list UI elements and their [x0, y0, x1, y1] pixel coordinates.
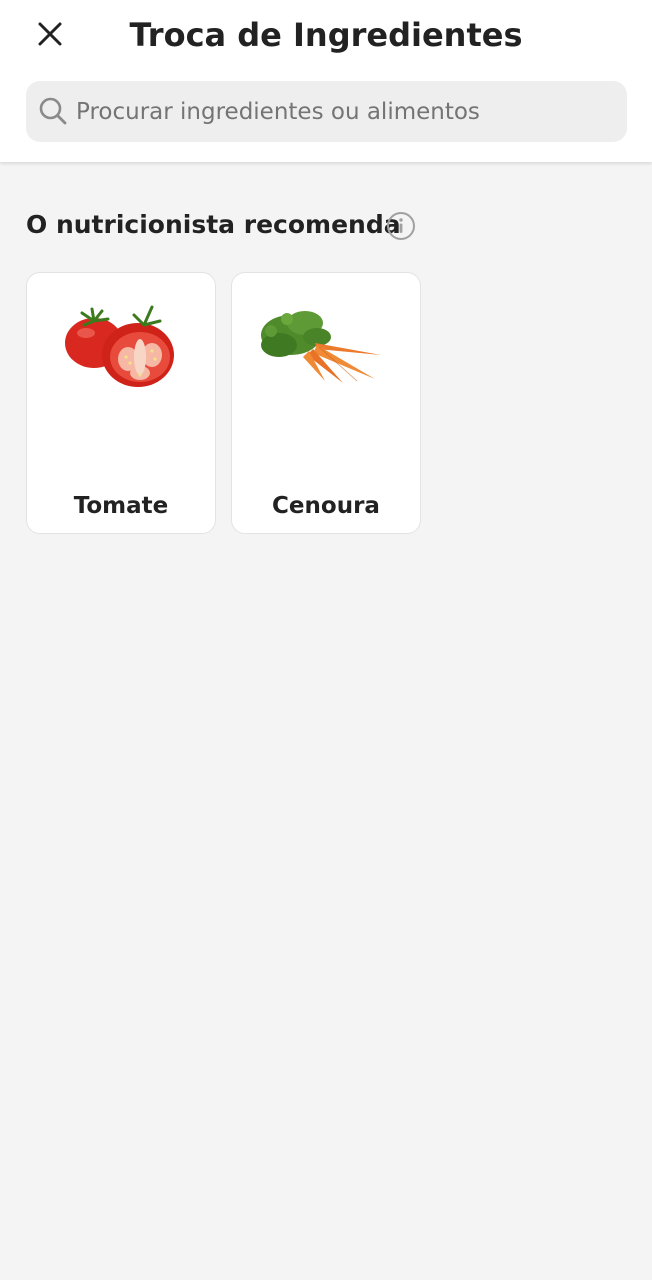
ingredient-card-tomate[interactable]: Tomate [26, 272, 216, 534]
tomato-image [65, 305, 174, 387]
page-title: Troca de Ingredientes [129, 16, 523, 54]
info-icon[interactable] [386, 211, 416, 241]
close-button[interactable] [28, 14, 72, 54]
search-icon [39, 97, 67, 125]
card-label: Tomate [73, 493, 169, 519]
app-header: Troca de Ingredientes [0, 0, 652, 162]
ingredient-card-cenoura[interactable]: Cenoura [231, 272, 421, 534]
section-title: O nutricionista recomenda [26, 210, 401, 239]
close-icon [38, 22, 62, 46]
search-bar[interactable] [26, 81, 627, 142]
card-label: Cenoura [272, 493, 380, 519]
carrot-image [261, 311, 381, 383]
search-input[interactable] [76, 81, 616, 142]
